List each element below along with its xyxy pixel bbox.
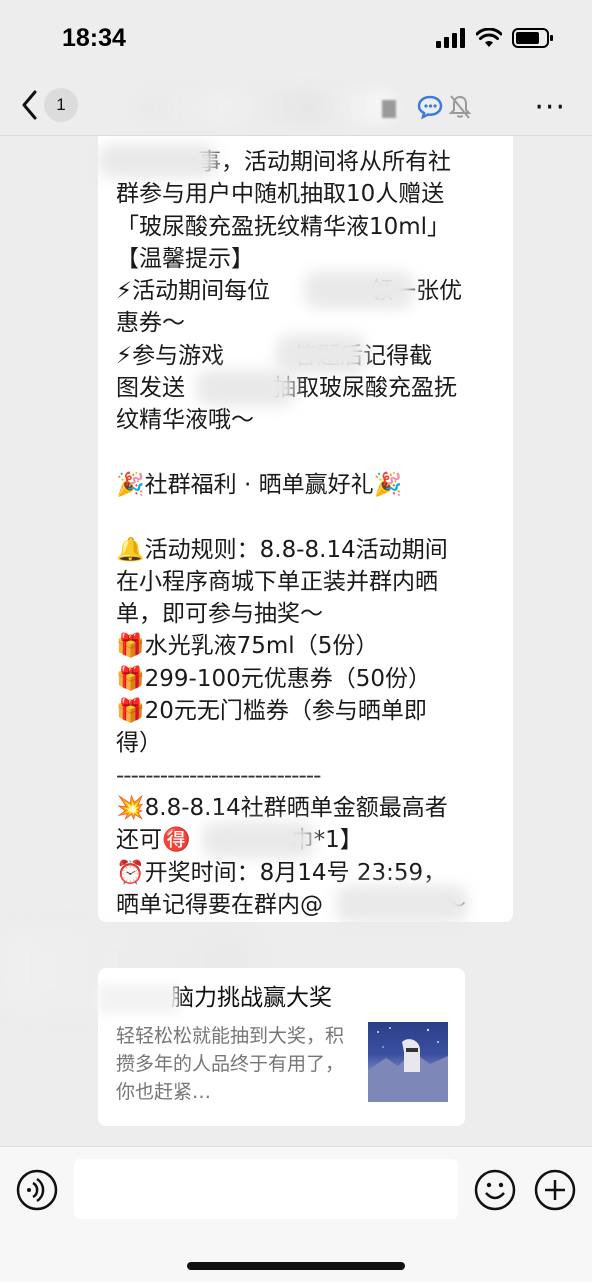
message-line: 「玻尿酸充盈抚纹精华液10ml」 <box>116 213 451 240</box>
message-line: 🔔活动规则：8.8-8.14活动期间 <box>116 536 448 563</box>
message-line: ⚡参与游戏答题后记得截 <box>116 333 495 374</box>
message-line: 群参与用户中随机抽取10人赠送 <box>116 181 445 208</box>
message-line: ⏰开奖时间：8月14号 23:59， <box>116 859 447 886</box>
wifi-icon <box>476 28 502 47</box>
status-bar: 18:34 <box>0 0 592 80</box>
status-icons <box>436 28 554 48</box>
chat-nav-bar: 1 ··· <box>0 80 592 136</box>
message-line: 单，即可参与抽奖～ <box>116 601 323 628</box>
unread-count-badge: 1 <box>44 88 78 122</box>
message-line: 纹精华液哦～ <box>116 407 254 434</box>
signal-icon <box>436 28 465 48</box>
message-line: 🎉社群福利 · 晒单赢好礼🎉 <box>116 471 403 498</box>
message-bubble[interactable]: 事，活动期间将从所有社 群参与用户中随机抽取10人赠送 「玻尿酸充盈抚纹精华液1… <box>98 136 513 923</box>
message-line: 晒单记得要在群内@～ <box>116 884 495 923</box>
home-indicator <box>187 1262 405 1270</box>
message-line: 图发送 抽取玻尿酸充盈抚 <box>116 370 495 407</box>
message-line: 得） <box>116 730 162 757</box>
message-line: 在小程序商城下单正装并群内晒 <box>116 568 438 595</box>
message-line: ⚡活动期间每位 领一张优 <box>116 271 495 310</box>
message-line: 💥8.8-8.14社群晒单金额最高者 <box>116 794 448 821</box>
plus-icon[interactable] <box>534 1169 576 1211</box>
mute-bell-icon <box>448 95 472 119</box>
message-text-input[interactable] <box>74 1159 458 1219</box>
battery-icon <box>512 28 553 48</box>
back-button[interactable]: 1 <box>20 88 78 122</box>
more-options-button[interactable]: ··· <box>534 90 566 125</box>
chevron-left-icon <box>22 90 37 120</box>
divider-line: ---------------------------- <box>116 762 321 789</box>
card-description: 轻轻松松就能抽到大奖，积攒多年的人品终于有用了，你也赶紧… <box>116 1025 345 1103</box>
emoji-icon[interactable] <box>474 1169 516 1211</box>
status-time: 18:34 <box>62 24 126 52</box>
redaction-mark <box>382 100 396 118</box>
chat-title-redacted <box>140 90 395 124</box>
message-line: 🎁20元无门槛券（参与晒单即 <box>116 698 427 725</box>
message-line: 还可🉐 巾*1】 <box>116 822 495 859</box>
message-line: 事，活动期间将从所有社 <box>98 144 495 178</box>
card-title: 脑力挑战赢大奖 <box>98 980 447 1018</box>
chat-bubble-icon[interactable] <box>416 94 444 120</box>
message-line: 🎁水光乳液75ml（5份） <box>116 633 379 660</box>
message-line: 【温馨提示】 <box>116 245 254 272</box>
message-line: 🎁299-100元优惠券（50份） <box>116 665 432 692</box>
link-card[interactable]: 脑力挑战赢大奖 轻轻松松就能抽到大奖，积攒多年的人品终于有用了，你也赶紧… <box>98 968 465 1126</box>
voice-input-icon[interactable] <box>16 1169 58 1211</box>
card-thumbnail <box>368 1022 448 1102</box>
